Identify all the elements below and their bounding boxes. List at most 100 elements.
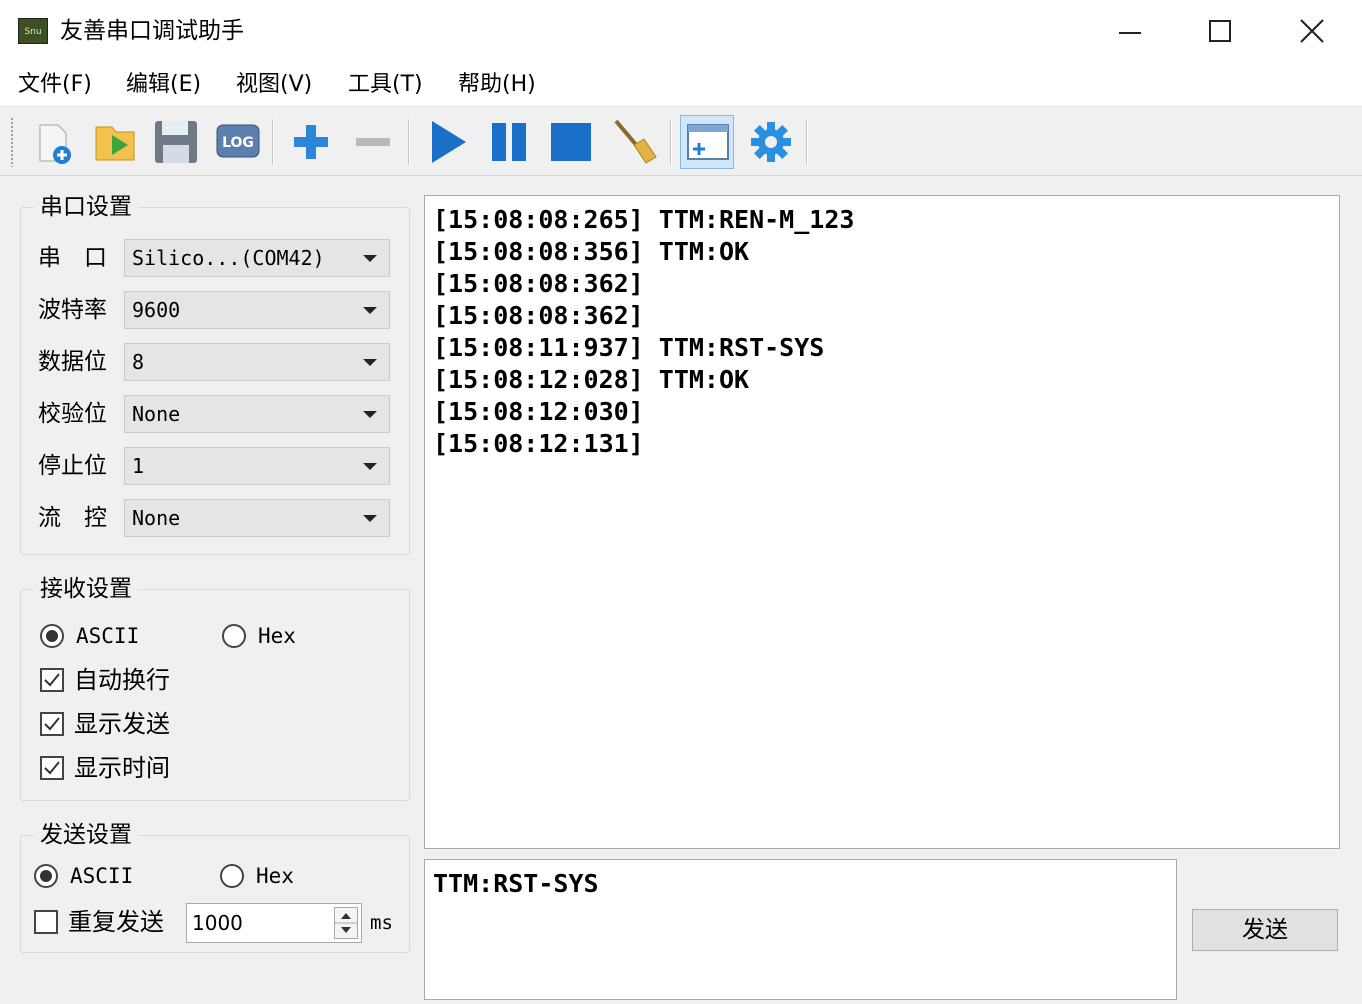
log-line: [15:08:08:362]	[433, 269, 644, 298]
open-button[interactable]	[88, 115, 142, 169]
log-button[interactable]: LOG	[210, 115, 264, 169]
settings-button[interactable]	[744, 115, 798, 169]
port-value: Silico...(COM42)	[132, 246, 325, 270]
send-hex-label: Hex	[256, 864, 294, 888]
log-line: [15:08:11:937] TTM:RST-SYS	[433, 333, 825, 362]
menu-tools[interactable]: 工具(T)	[348, 70, 423, 100]
chevron-down-icon	[363, 255, 377, 262]
repeat-send-label: 重复发送	[68, 908, 164, 936]
menu-edit[interactable]: 编辑(E)	[126, 70, 201, 100]
settings-gear-icon	[751, 122, 791, 162]
save-button[interactable]	[148, 115, 202, 169]
log-line: [15:08:12:030]	[433, 397, 644, 426]
flow-control-value: None	[132, 506, 181, 530]
stop-bits-select[interactable]: 1	[124, 447, 390, 485]
show-time-checkbox[interactable]	[40, 756, 64, 780]
window-title: 友善串口调试助手	[60, 18, 244, 44]
spin-buttons[interactable]	[334, 907, 358, 939]
send-input-text: TTM:RST-SYS	[433, 869, 599, 898]
data-bits-label: 数据位	[38, 349, 107, 375]
title-bar: Snu 友善串口调试助手	[0, 0, 1362, 62]
log-line: [15:08:08:356] TTM:OK	[433, 237, 750, 266]
serial-settings-title: 串口设置	[34, 192, 138, 222]
chevron-down-icon	[363, 463, 377, 470]
toolbar-separator	[272, 119, 274, 165]
receive-ascii-radio[interactable]	[40, 624, 64, 648]
clear-button[interactable]	[606, 115, 660, 169]
send-button[interactable]: 发送	[1192, 909, 1338, 951]
new-window-button[interactable]	[680, 115, 734, 169]
baud-rate-select[interactable]: 9600	[124, 291, 390, 329]
chevron-down-icon	[363, 515, 377, 522]
show-send-checkbox[interactable]	[40, 712, 64, 736]
menu-bar: 文件(F) 编辑(E) 视图(V) 工具(T) 帮助(H)	[0, 62, 1362, 107]
repeat-send-checkbox[interactable]	[34, 910, 58, 934]
receive-hex-radio[interactable]	[222, 624, 246, 648]
data-bits-select[interactable]: 8	[124, 343, 390, 381]
log-line: [15:08:12:028] TTM:OK	[433, 365, 750, 394]
flow-control-label: 流 控	[38, 505, 107, 531]
start-button[interactable]	[420, 115, 474, 169]
toolbar-grip[interactable]	[10, 117, 14, 167]
stop-icon	[551, 123, 591, 161]
toolbar-separator	[806, 119, 808, 165]
show-send-label: 显示发送	[74, 710, 170, 738]
send-settings-title: 发送设置	[34, 820, 138, 850]
new-session-button[interactable]	[26, 115, 80, 169]
close-icon	[1300, 19, 1324, 43]
log-line: [15:08:08:362]	[433, 301, 644, 330]
show-time-label: 显示时间	[74, 754, 170, 782]
menu-view[interactable]: 视图(V)	[236, 70, 312, 100]
send-hex-radio[interactable]	[220, 864, 244, 888]
pause-button[interactable]	[482, 115, 536, 169]
parity-label: 校验位	[38, 401, 107, 427]
log-icon: LOG	[216, 124, 260, 158]
remove-icon	[356, 138, 390, 146]
flow-control-select[interactable]: None	[124, 499, 390, 537]
minimize-button[interactable]	[1100, 6, 1160, 56]
stop-bits-label: 停止位	[38, 453, 107, 479]
log-line: [15:08:08:265] TTM:REN-M_123	[433, 205, 855, 234]
add-button[interactable]	[284, 115, 338, 169]
chevron-down-icon	[363, 307, 377, 314]
send-ascii-radio[interactable]	[34, 864, 58, 888]
menu-file[interactable]: 文件(F)	[18, 70, 92, 100]
new-window-icon	[687, 124, 729, 160]
play-icon	[432, 121, 466, 163]
spin-up-down-icon	[335, 913, 357, 933]
interval-spinbox[interactable]: 1000	[186, 903, 362, 943]
svg-text:LOG: LOG	[222, 135, 254, 151]
check-icon	[44, 673, 60, 687]
add-icon	[294, 125, 328, 159]
receive-text-area[interactable]: [15:08:08:265] TTM:REN-M_123 [15:08:08:3…	[424, 195, 1340, 849]
menu-help[interactable]: 帮助(H)	[458, 70, 536, 100]
port-select[interactable]: Silico...(COM42)	[124, 239, 390, 277]
new-session-icon	[39, 124, 71, 164]
port-label: 串 口	[38, 245, 107, 271]
check-icon	[44, 761, 60, 775]
baud-rate-label: 波特率	[38, 297, 107, 323]
auto-wrap-label: 自动换行	[74, 666, 170, 694]
interval-value: 1000	[192, 911, 243, 935]
parity-select[interactable]: None	[124, 395, 390, 433]
receive-hex-label: Hex	[258, 624, 296, 648]
maximize-button[interactable]	[1190, 6, 1250, 56]
receive-settings-title: 接收设置	[34, 574, 138, 604]
auto-wrap-checkbox[interactable]	[40, 668, 64, 692]
send-ascii-label: ASCII	[70, 864, 134, 888]
parity-value: None	[132, 402, 181, 426]
send-text-area[interactable]: TTM:RST-SYS	[424, 859, 1177, 1000]
stop-button[interactable]	[544, 115, 598, 169]
log-line: [15:08:12:131]	[433, 429, 644, 458]
toolbar-separator	[408, 119, 410, 165]
data-bits-value: 8	[132, 350, 145, 374]
maximize-icon	[1209, 20, 1231, 42]
interval-unit: ms	[370, 912, 393, 934]
minimize-icon	[1119, 32, 1141, 34]
app-icon: Snu	[18, 18, 48, 44]
remove-button[interactable]	[346, 115, 400, 169]
pause-icon	[492, 123, 526, 161]
chevron-down-icon	[363, 359, 377, 366]
close-button[interactable]	[1282, 6, 1342, 56]
stop-bits-value: 1	[132, 454, 145, 478]
